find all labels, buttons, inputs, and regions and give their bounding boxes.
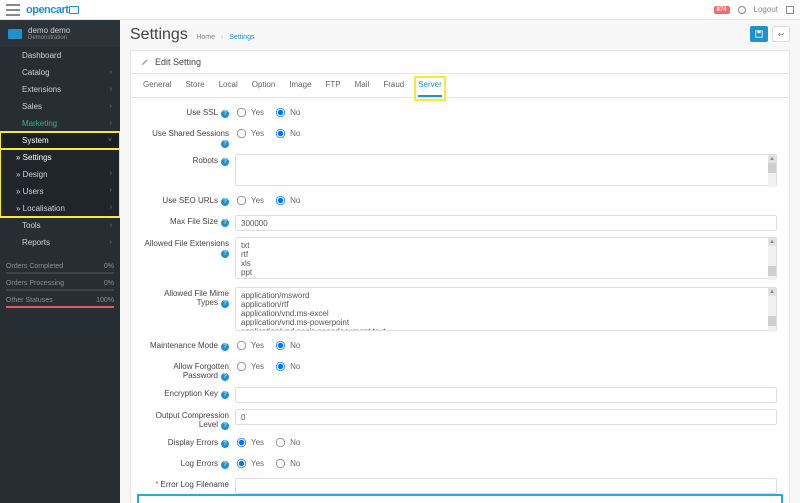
compression-input[interactable] <box>235 409 777 425</box>
tooltip-icon[interactable]: ? <box>221 140 229 148</box>
sidebar-sub-users[interactable]: » Users› <box>0 183 120 200</box>
tooltip-icon[interactable]: ? <box>221 373 229 381</box>
sidebar-item-reports[interactable]: Reports› <box>0 234 120 251</box>
save-icon <box>755 30 763 38</box>
tooltip-icon[interactable]: ? <box>221 158 229 166</box>
forgot-no[interactable]: No <box>274 360 300 373</box>
sidebar-item-tools[interactable]: Tools› <box>0 217 120 234</box>
brand-logo[interactable]: opencart <box>26 4 79 16</box>
tab-mail[interactable]: Mail <box>355 80 370 97</box>
tab-local[interactable]: Local <box>219 80 238 97</box>
logout-icon[interactable] <box>786 6 794 14</box>
breadcrumb: Home › Settings <box>196 34 254 41</box>
tab-ftp[interactable]: FTP <box>326 80 341 97</box>
share-icon <box>8 120 16 128</box>
avatar <box>8 29 22 39</box>
logout-link[interactable]: Logout <box>754 5 778 14</box>
shared-no[interactable]: No <box>274 127 300 140</box>
allowed-mime-textarea[interactable]: application/msword application/rtf appli… <box>235 287 777 331</box>
chart-icon <box>8 239 16 247</box>
profile-desc: Demonstration <box>28 35 70 41</box>
sidebar-sub-design[interactable]: » Design› <box>0 166 120 183</box>
log-err-yes[interactable]: Yes <box>235 457 264 470</box>
sidebar-stats: Orders Completed0% Orders Processing0% O… <box>0 259 120 318</box>
tooltip-icon[interactable]: ? <box>221 300 229 308</box>
tag-icon <box>8 69 16 77</box>
tooltip-icon[interactable]: ? <box>221 461 229 469</box>
tab-server[interactable]: Server <box>418 80 442 97</box>
sidebar-sub-settings[interactable]: » Settings <box>0 149 120 166</box>
tabs: General Store Local Option Image FTP Mai… <box>131 74 789 98</box>
encryption-input[interactable] <box>235 387 777 403</box>
cancel-button[interactable]: ↩ <box>772 26 790 42</box>
tooltip-icon[interactable]: ? <box>221 343 229 351</box>
tooltip-icon[interactable]: ? <box>221 440 229 448</box>
wrench-icon <box>8 222 16 230</box>
save-button[interactable] <box>750 26 768 42</box>
tab-fraud[interactable]: Fraud <box>383 80 404 97</box>
top-bar: opencart 874 Logout <box>0 0 800 20</box>
main-content: Settings Home › Settings ↩ Edit Setting … <box>120 20 800 503</box>
page-title: Settings <box>130 26 188 43</box>
tab-general[interactable]: General <box>143 80 171 97</box>
disp-err-no[interactable]: No <box>274 436 300 449</box>
use-ssl-yes[interactable]: Yes <box>235 106 264 119</box>
dashboard-icon <box>8 52 16 60</box>
allowed-ext-textarea[interactable]: txt rtf xls ppt odt ods <box>235 237 777 279</box>
sidebar-item-marketing[interactable]: Marketing› <box>0 115 120 132</box>
robots-textarea[interactable] <box>235 154 777 186</box>
pencil-icon <box>141 58 149 66</box>
tooltip-icon[interactable]: ? <box>221 219 229 227</box>
back-icon: ↩ <box>778 30 785 39</box>
tooltip-icon[interactable]: ? <box>221 110 229 118</box>
help-icon[interactable] <box>738 6 746 14</box>
forgot-yes[interactable]: Yes <box>235 360 264 373</box>
sidebar-item-sales[interactable]: Sales› <box>0 98 120 115</box>
sidebar: demo demo Demonstration Dashboard Catalo… <box>0 20 120 503</box>
max-file-input[interactable] <box>235 215 777 231</box>
sidebar-item-catalog[interactable]: Catalog› <box>0 64 120 81</box>
tab-image[interactable]: Image <box>289 80 311 97</box>
puzzle-icon <box>8 86 16 94</box>
sidebar-profile: demo demo Demonstration <box>0 20 120 47</box>
seo-yes[interactable]: Yes <box>235 194 264 207</box>
error-filename-input[interactable] <box>235 478 777 494</box>
profile-name: demo demo <box>28 26 70 35</box>
sidebar-sub-localisation[interactable]: » Localisation› <box>0 200 120 217</box>
tab-option[interactable]: Option <box>252 80 276 97</box>
panel-heading: Edit Setting <box>131 51 789 74</box>
edit-panel: Edit Setting General Store Local Option … <box>130 50 790 503</box>
tooltip-icon[interactable]: ? <box>221 391 229 399</box>
log-err-no[interactable]: No <box>274 457 300 470</box>
maint-yes[interactable]: Yes <box>235 339 264 352</box>
gear-icon <box>8 137 16 145</box>
tooltip-icon[interactable]: ? <box>221 422 229 430</box>
tab-store[interactable]: Store <box>185 80 204 97</box>
breadcrumb-current[interactable]: Settings <box>229 34 254 41</box>
cart-icon <box>8 103 16 111</box>
use-ssl-no[interactable]: No <box>274 106 300 119</box>
seo-no[interactable]: No <box>274 194 300 207</box>
top-right: 874 Logout <box>714 5 794 14</box>
tooltip-icon[interactable]: ? <box>221 250 229 258</box>
tooltip-icon[interactable]: ? <box>221 198 229 206</box>
sidebar-item-system[interactable]: System˅ <box>0 132 120 149</box>
menu-toggle-icon[interactable] <box>6 4 20 16</box>
server-form: Use SSL? YesNo Use Shared Sessions? YesN… <box>131 98 789 503</box>
breadcrumb-home[interactable]: Home <box>196 34 215 41</box>
sidebar-system-submenu: » Settings » Design› » Users› » Localisa… <box>0 149 120 217</box>
shared-yes[interactable]: Yes <box>235 127 264 140</box>
notification-badge[interactable]: 874 <box>714 6 730 14</box>
sidebar-item-dashboard[interactable]: Dashboard <box>0 47 120 64</box>
maint-no[interactable]: No <box>274 339 300 352</box>
disp-err-yes[interactable]: Yes <box>235 436 264 449</box>
sidebar-item-extensions[interactable]: Extensions› <box>0 81 120 98</box>
